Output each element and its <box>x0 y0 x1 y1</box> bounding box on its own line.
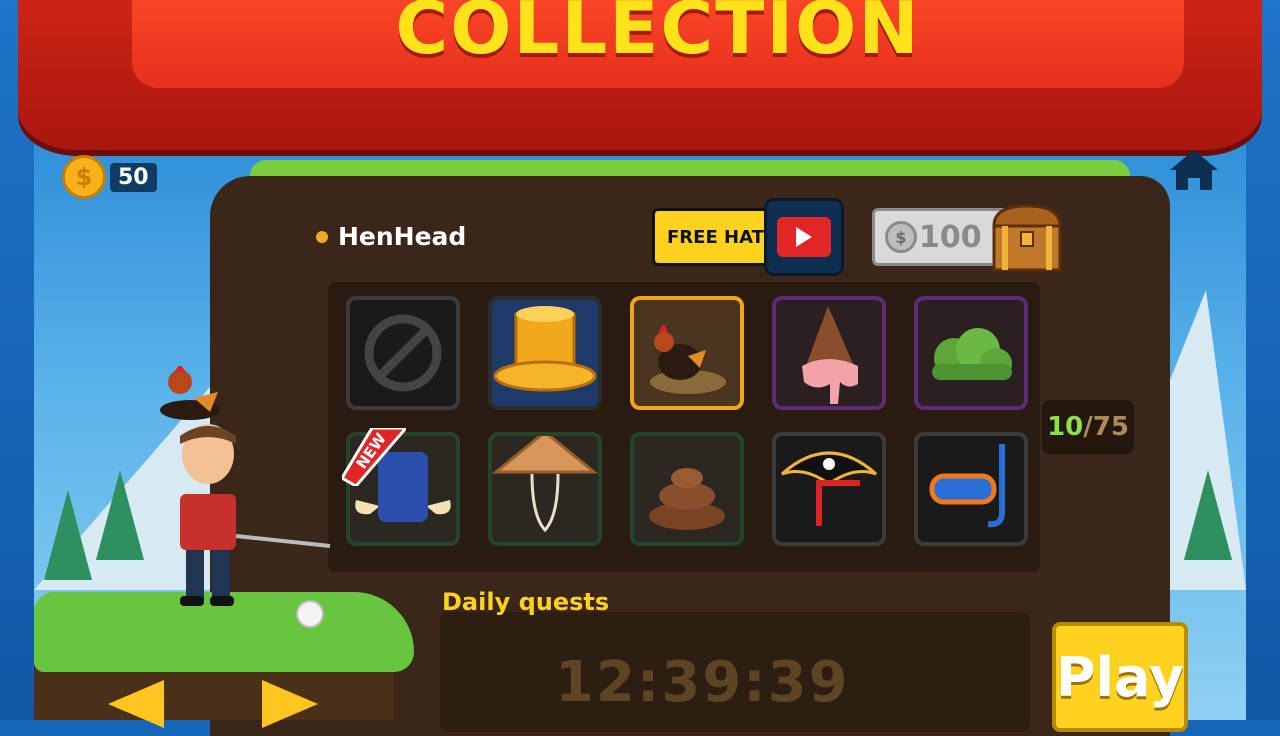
bush-hat-icon <box>932 328 1012 380</box>
no-hat-icon <box>364 314 442 392</box>
banner-title: COLLECTION <box>395 0 921 70</box>
treasure-chest-icon[interactable] <box>988 202 1066 274</box>
play-button[interactable]: Play <box>1052 622 1188 732</box>
tv-screen <box>777 217 831 257</box>
previous-arrow-icon[interactable] <box>108 680 164 728</box>
poop-hat-icon <box>649 468 725 530</box>
collection-total: 75 <box>1092 412 1129 442</box>
silver-coin-icon: $ <box>885 221 917 253</box>
next-arrow-icon[interactable] <box>262 680 318 728</box>
hat-grid: NEW <box>328 282 1040 572</box>
selected-hat-name: HenHead <box>338 222 467 251</box>
banner-inner: COLLECTION <box>132 0 1184 88</box>
video-tv-icon[interactable] <box>764 198 844 276</box>
hat-cell-snorkel-mask[interactable] <box>914 432 1028 546</box>
coin-balance: $ 50 <box>62 154 157 200</box>
pine-tree <box>96 470 144 560</box>
buy-price: 100 <box>919 219 982 255</box>
hat-cell-bush[interactable] <box>914 296 1028 410</box>
hat-cell-pirate-hat[interactable] <box>772 432 886 546</box>
daily-quests-title: Daily quests <box>442 588 610 616</box>
pine-tree <box>44 490 92 580</box>
home-icon[interactable] <box>1168 148 1220 192</box>
pirate-hat-icon <box>781 451 877 526</box>
bullet-dot-icon <box>316 230 328 243</box>
new-badge: NEW <box>342 428 406 486</box>
ice-cream-cone-hat-icon <box>802 306 858 404</box>
title-banner: COLLECTION <box>18 0 1262 150</box>
selected-hat-label: HenHead <box>316 222 466 251</box>
free-hat-label: FREE HAT <box>667 226 764 248</box>
chicken-nest-hat-icon <box>650 324 726 394</box>
golf-ball <box>296 600 324 628</box>
hat-cell-poop[interactable] <box>630 432 744 546</box>
hat-cell-ice-cream-cone[interactable] <box>772 296 886 410</box>
play-triangle-icon <box>796 227 812 247</box>
golfer-character <box>160 366 331 606</box>
gold-top-hat-icon <box>493 306 597 392</box>
hat-cell-straw-hat[interactable] <box>488 432 602 546</box>
pine-tree <box>1184 470 1232 560</box>
collection-counter: 10 / 75 <box>1042 400 1134 454</box>
snorkel-mask-icon <box>929 444 1005 528</box>
hat-cell-none[interactable] <box>346 296 460 410</box>
gold-coin-icon: $ <box>62 155 106 199</box>
hat-cell-henhead[interactable] <box>630 296 744 410</box>
play-label: Play <box>1055 645 1185 709</box>
hat-cell-gold-top-hat[interactable] <box>488 296 602 410</box>
collection-separator: / <box>1083 412 1093 442</box>
collection-current: 10 <box>1047 412 1084 442</box>
coin-balance-value: 50 <box>110 162 157 192</box>
conical-straw-hat-icon <box>492 436 598 533</box>
daily-quests-timer: 12:39:39 <box>555 650 850 715</box>
